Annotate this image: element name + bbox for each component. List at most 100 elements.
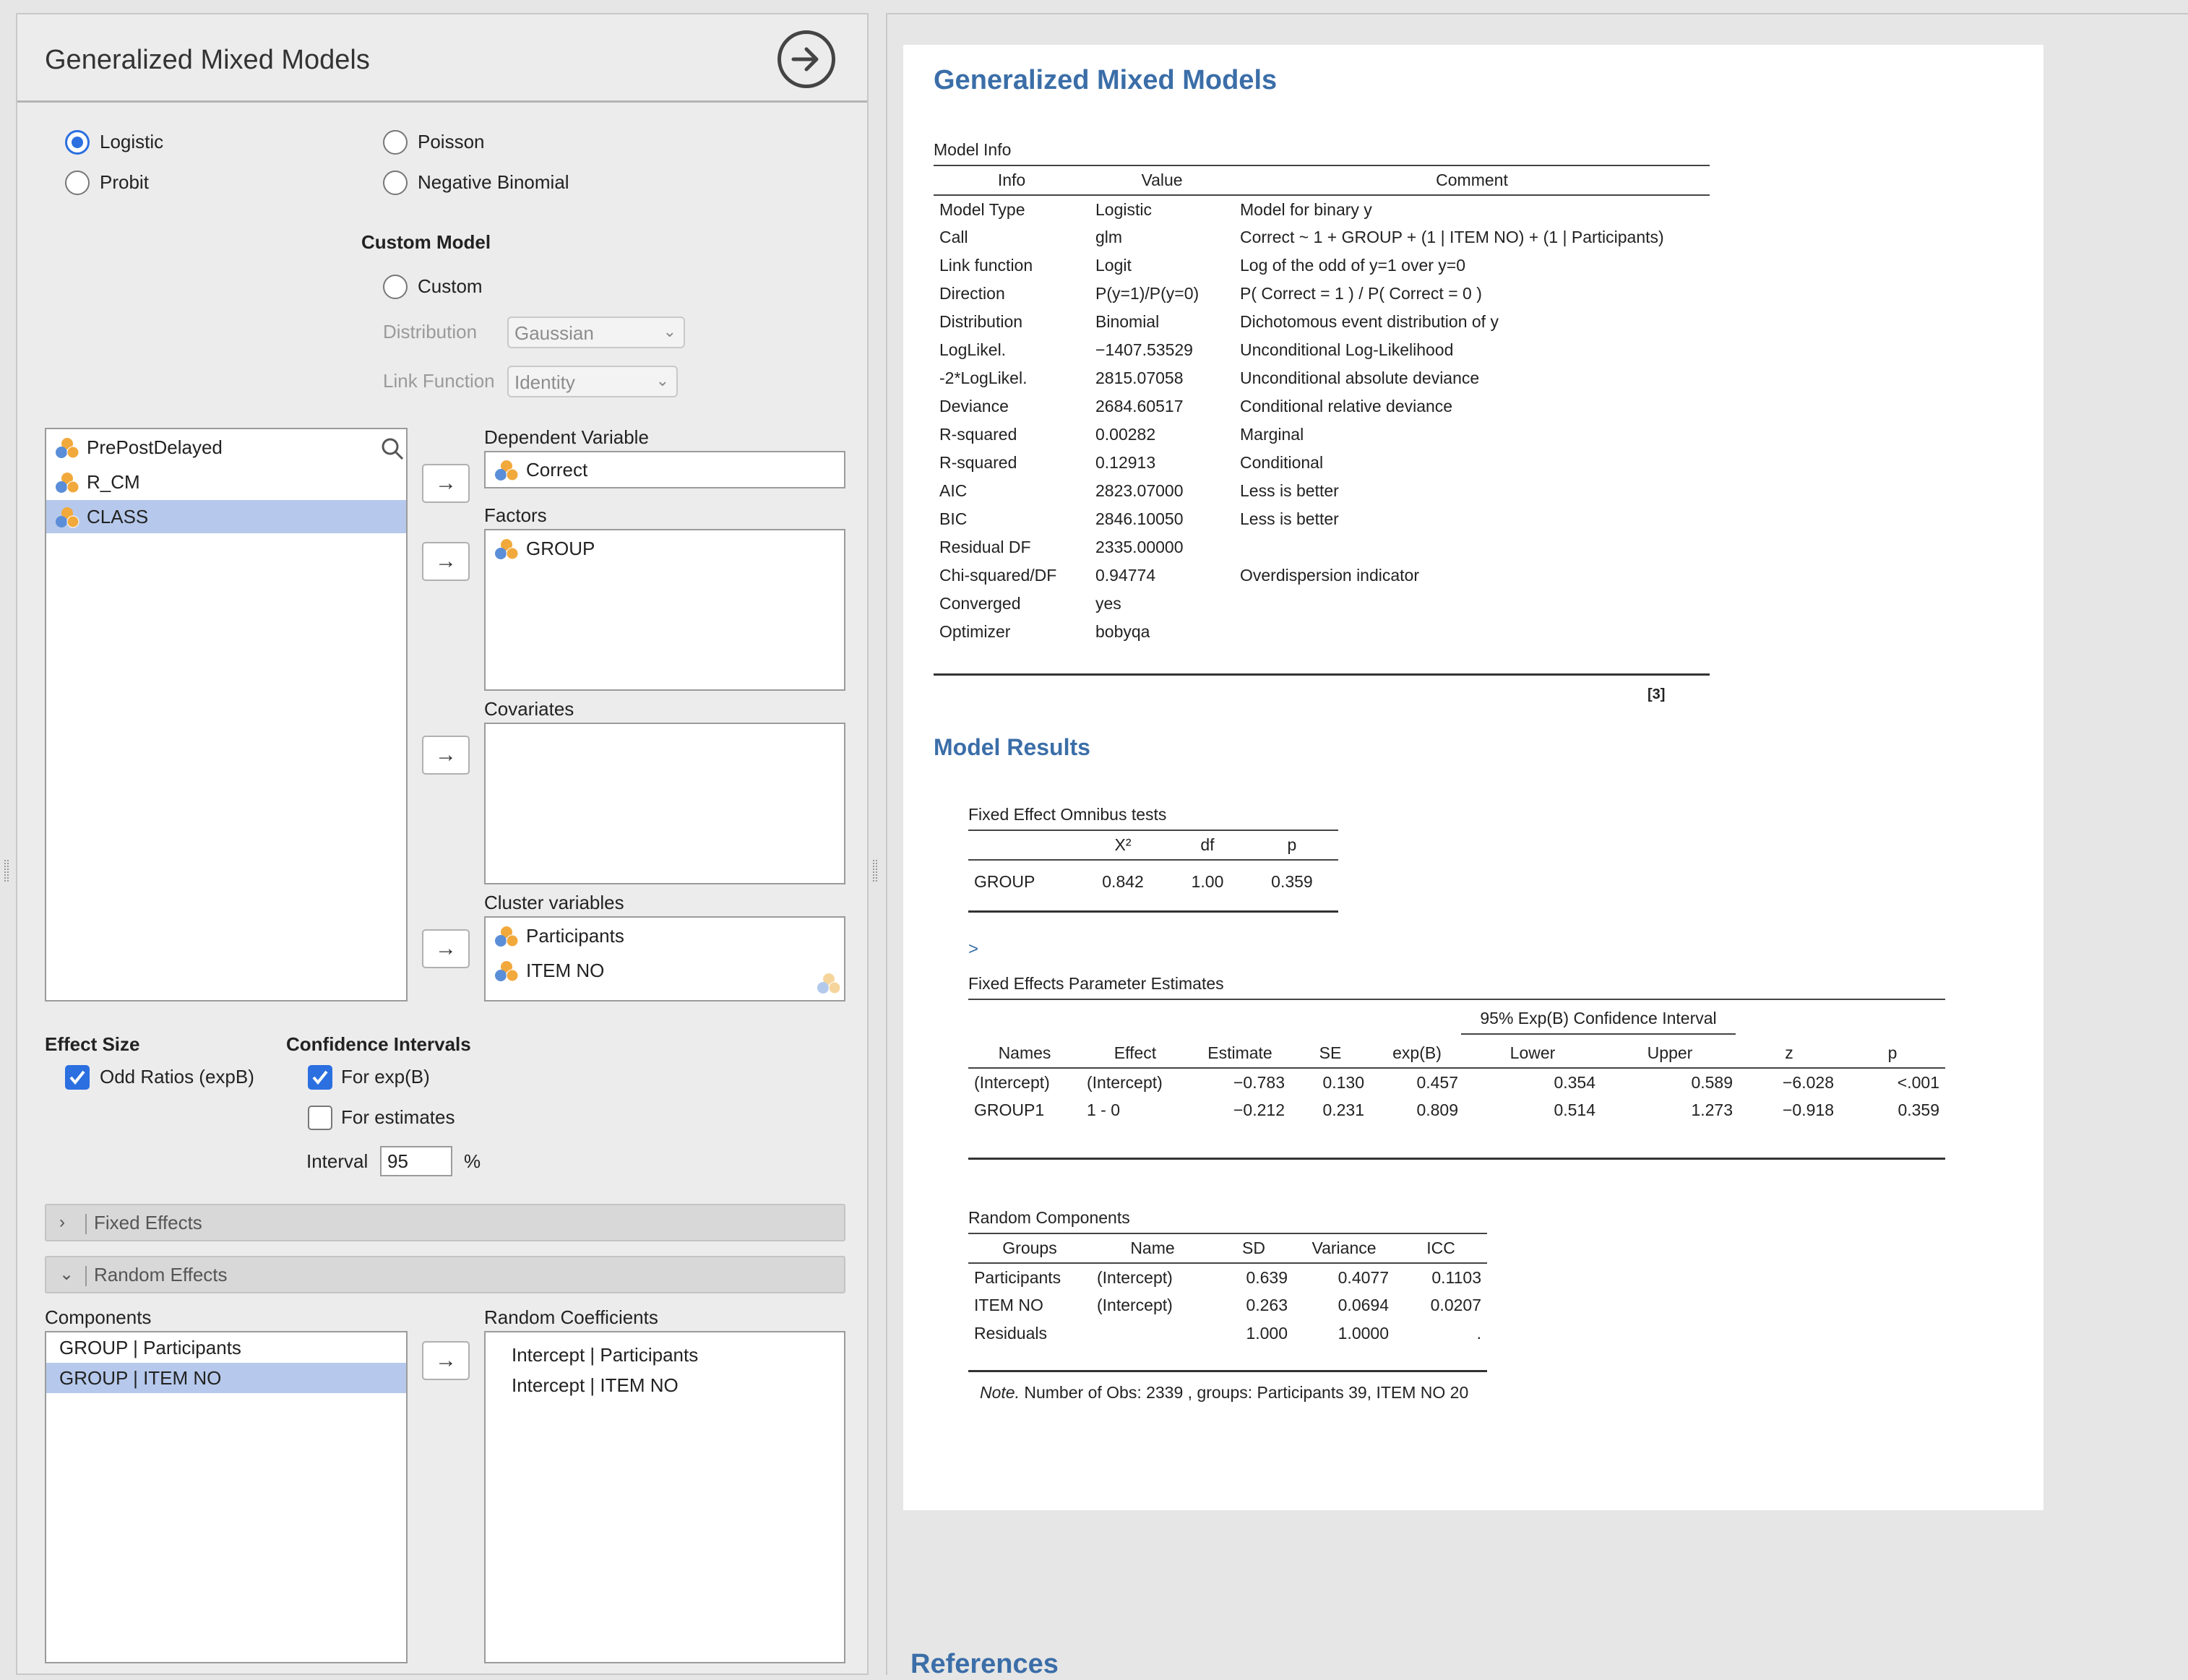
table-cell: -2*LogLikel. [939,369,1028,387]
table-top-rule [968,999,1945,1000]
column-header: Names [968,1039,1081,1069]
table-cell: 2335.00000 [1095,538,1184,556]
table-cell: Call [939,228,968,246]
effect-size-heading: Effect Size [45,1033,140,1055]
logistic-label: Logistic [100,131,164,152]
negative-binomial-radio[interactable] [383,171,408,195]
list-item[interactable]: GROUP [486,532,844,565]
move-to-random-coefficients-button[interactable]: → [422,1341,470,1380]
poisson-label: Poisson [418,131,485,152]
table-cell: . [1476,1324,1481,1343]
table-cell: 0.359 [1898,1100,1939,1119]
link-function-select[interactable]: Identity ⌄ [507,366,678,397]
list-item[interactable]: GROUP | ITEM NO [46,1363,406,1393]
table-cell: Conditional [1240,453,1324,472]
panel-splitter-handle[interactable] [873,860,877,882]
table-cell: 0.639 [1246,1267,1288,1287]
fixed-effects-section[interactable]: › Fixed Effects [45,1204,845,1241]
nominal-variable-icon [56,473,79,494]
table-cell: 0.1103 [1431,1267,1481,1287]
table-cell: P( Correct = 1 ) / P( Correct = 0 ) [1240,284,1482,303]
components-list[interactable]: GROUP | Participants GROUP | ITEM NO [45,1331,408,1663]
table-cell: 0.4077 [1338,1267,1389,1287]
list-item[interactable]: Intercept | Participants [486,1340,844,1370]
table-row: Chi-squared/DF 0.94774 Overdispersion indi… [934,561,1710,590]
nominal-variable-icon [495,961,519,982]
distribution-select[interactable]: Gaussian ⌄ [507,316,685,348]
table-cell: −1407.53529 [1095,340,1193,359]
distribution-label: Distribution [383,321,478,343]
dependent-variable-box[interactable]: Correct [484,451,845,488]
table-cell: 1.273 [1691,1100,1733,1119]
cluster-variables-box[interactable]: Participants ITEM NO [484,916,845,1001]
table-cell: LogLikel. [939,340,1007,359]
run-arrow-button[interactable] [778,30,835,88]
table-row: Call glm Correct ~ 1 + GROUP + (1 | ITEM N… [934,223,1710,251]
references-title: References [910,1649,1059,1679]
column-header: Lower [1464,1039,1601,1069]
expand-toggle[interactable]: > [968,939,978,960]
table-bottom-rule [968,1370,1487,1372]
random-effects-label: Random Effects [94,1264,228,1285]
move-to-dependent-button[interactable]: → [422,464,470,503]
list-item[interactable]: R_CM [46,465,406,499]
table-cell: 2815.07058 [1095,369,1184,387]
move-to-cluster-button[interactable]: → [422,929,470,968]
random-components-note: Note. Number of Obs: 2339 , groups: Part… [980,1382,1486,1403]
random-effects-section[interactable]: ⌄ Random Effects [45,1256,845,1293]
random-coefficients-box[interactable]: Intercept | Participants Intercept | ITE… [484,1331,845,1663]
list-item[interactable]: CLASS [46,500,406,533]
ci-estimates-checkbox[interactable] [308,1106,332,1130]
table-row: Link function Logit Log of the odd of y=1 … [934,251,1710,280]
table-cell: <.001 [1897,1072,1939,1092]
move-to-factors-button[interactable]: → [422,542,470,581]
chevron-down-icon: ⌄ [59,1265,74,1284]
table-cell: −0.212 [1233,1100,1285,1119]
list-item[interactable]: Correct [486,453,844,486]
table-cell: (Intercept) [1087,1072,1163,1092]
column-header: Info [934,165,1090,196]
list-item[interactable]: ITEM NO [486,954,844,987]
variable-list[interactable]: PrePostDelayed R_CM CLASS [45,428,408,1001]
probit-radio[interactable] [65,171,90,195]
note-label: Note. [980,1383,1020,1402]
poisson-radio[interactable] [383,130,408,155]
list-item[interactable]: Participants [486,919,844,952]
model-info-table: Info Value Comment Model Type Logistic Mod… [934,165,1710,646]
table-cell: ITEM NO [974,1296,1043,1314]
table-row: GROUP 0.842 1.00 0.359 [968,860,1338,903]
table-bottom-rule [968,1158,1945,1160]
left-splitter-handle[interactable] [4,860,9,882]
list-item[interactable]: Intercept | ITEM NO [486,1370,844,1400]
nominal-variable-icon [495,460,519,481]
list-item[interactable]: PrePostDelayed [46,431,406,464]
table-row: LogLikel. −1407.53529 Unconditional Log-Li… [934,336,1710,364]
link-function-label: Link Function [383,370,495,392]
note-text: Number of Obs: 2339 , groups: Participan… [1019,1383,1469,1402]
list-item[interactable]: GROUP | Participants [46,1332,406,1363]
nominal-type-hint-icon [817,973,841,994]
table-cell: Unconditional absolute deviance [1240,369,1480,387]
column-header: Variance [1293,1233,1395,1264]
model-info-body: Model Type Logistic Model for binary y Call… [934,195,1710,646]
column-header: X² [1077,830,1170,861]
factors-box[interactable]: GROUP [484,529,845,691]
covariates-box[interactable] [484,723,845,884]
cluster-variables-label: Cluster variables [484,892,624,913]
model-info-title: Model Info [934,140,1012,159]
interval-input[interactable]: 95 [380,1146,452,1176]
move-to-covariates-button[interactable]: → [422,736,470,775]
table-row: Residual DF 2335.00000 [934,533,1710,561]
table-cell: R-squared [939,453,1017,472]
table-cell: Distribution [939,312,1023,331]
ci-expb-checkbox[interactable] [308,1065,332,1090]
custom-radio[interactable] [383,275,408,299]
odd-ratios-checkbox[interactable] [65,1065,90,1090]
confidence-intervals-heading: Confidence Intervals [286,1033,471,1055]
table-cell: Residual DF [939,538,1031,556]
table-cell: bobyqa [1095,622,1150,641]
logistic-radio[interactable] [65,130,90,155]
table-cell: 0.0694 [1338,1296,1389,1314]
table-cell [1234,590,1710,618]
table-cell: yes [1095,594,1121,613]
